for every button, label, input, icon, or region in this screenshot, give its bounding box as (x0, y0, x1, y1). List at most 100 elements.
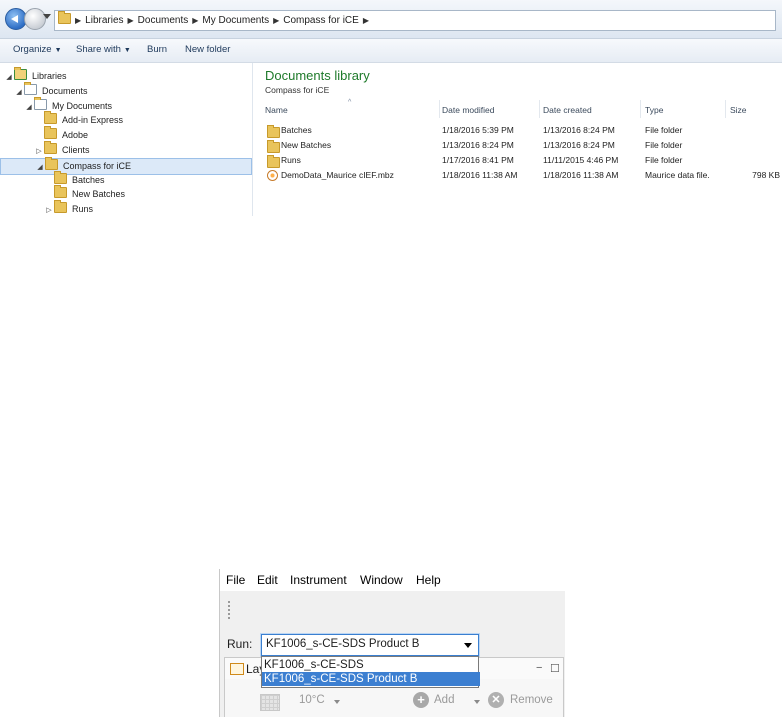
menu-item[interactable]: Instrument (290, 573, 347, 587)
chevron-down-icon: ▼ (123, 47, 131, 54)
column-header-date-created[interactable]: Date created (543, 105, 592, 115)
menu-item[interactable]: Window (360, 573, 403, 587)
explorer-window: ▶ Libraries ▶ Documents ▶ My Documents ▶ Compas… (0, 0, 782, 216)
collapsed-arrow-icon[interactable]: ▷ (44, 204, 54, 218)
file-date-modified: 1/13/2016 8:24 PM (442, 140, 514, 150)
remove-icon[interactable]: ✕ (488, 692, 504, 708)
layout-icon (230, 663, 244, 675)
file-type: File folder (645, 140, 683, 150)
nav-item-label: Batches (72, 174, 105, 185)
file-row[interactable]: New Batches 1/13/2016 8:24 PM 1/13/2016 8:… (265, 139, 780, 153)
nav-item-label: Libraries (32, 71, 67, 81)
folder-icon (54, 170, 67, 184)
menu-item[interactable]: Help (416, 573, 441, 587)
file-name: New Batches (281, 140, 332, 150)
file-date-created: 1/18/2016 11:38 AM (543, 170, 619, 180)
menu-item[interactable]: File (226, 573, 245, 587)
library-subtitle: Compass for iCE (265, 85, 330, 95)
breadcrumb-item[interactable]: Documents (138, 15, 189, 26)
column-header-size[interactable]: Size (730, 105, 747, 115)
nav-item[interactable]: ◢ Libraries (0, 67, 67, 84)
breadcrumb-separator-icon[interactable]: ▶ (128, 16, 134, 25)
breadcrumb-item[interactable]: Compass for iCE (283, 15, 359, 26)
address-box[interactable]: ▶ Libraries ▶ Documents ▶ My Documents ▶ Compas… (54, 10, 776, 31)
minimize-icon[interactable]: − (536, 662, 542, 674)
breadcrumb-separator-icon[interactable]: ▶ (363, 16, 369, 25)
breadcrumb-separator-icon[interactable]: ▶ (273, 16, 279, 25)
remove-button[interactable]: Remove (510, 694, 553, 706)
folder-icon (267, 125, 280, 138)
address-bar-area: ▶ Libraries ▶ Documents ▶ My Documents ▶ Compas… (0, 0, 782, 39)
chevron-down-icon[interactable] (474, 700, 480, 704)
organize-button[interactable]: Organize ▼ (13, 44, 62, 55)
column-header-type[interactable]: Type (645, 105, 663, 115)
recent-pages-chevron-icon[interactable] (43, 14, 51, 19)
nav-item-label: Documents (42, 85, 88, 96)
file-date-created: 11/11/2015 4:46 PM (543, 155, 619, 165)
file-row[interactable]: Runs 1/17/2016 8:41 PM 11/11/2015 4:46 PM F… (265, 154, 780, 168)
chevron-down-icon[interactable] (334, 700, 340, 704)
run-option[interactable]: KF1006_s-CE-SDS Product B (262, 672, 480, 686)
file-row[interactable]: DemoData_Maurice cIEF.mbz 1/18/2016 11:38… (265, 169, 780, 183)
breadcrumb: ▶ Libraries ▶ Documents ▶ My Documents ▶ Compas… (58, 11, 373, 28)
file-size: 798 KB (752, 170, 780, 180)
nav-item[interactable]: Batches (0, 170, 105, 188)
file-type: File folder (645, 125, 683, 135)
nav-item[interactable]: ▷ Runs (0, 200, 93, 218)
run-select[interactable]: KF1006_s-CE-SDS Product B (261, 634, 479, 656)
plate-grid-icon[interactable] (260, 694, 280, 711)
add-icon[interactable]: + (413, 692, 429, 708)
maximize-icon[interactable]: ☐ (550, 662, 560, 675)
dropdown-arrow-icon[interactable] (464, 643, 472, 648)
sort-ascending-icon: ^ (348, 99, 352, 106)
folder-icon (267, 140, 280, 153)
add-button[interactable]: Add (434, 694, 454, 706)
run-option[interactable]: KF1006_s-CE-SDS (262, 658, 480, 672)
breadcrumb-separator-icon[interactable]: ▶ (192, 16, 198, 25)
column-header-date-modified[interactable]: Date modified (442, 105, 494, 115)
nav-item-label: Adobe (62, 130, 89, 141)
chevron-down-icon: ▼ (54, 47, 62, 54)
breadcrumb-separator-icon[interactable]: ▶ (75, 16, 81, 25)
file-list-pane: Documents library Compass for iCE ^ Name… (253, 63, 782, 216)
nav-item[interactable]: ▷ Clients (0, 141, 90, 158)
navigation-pane[interactable]: ◢ Libraries ◢ Documents ◢ My Documents Add-in … (0, 63, 253, 216)
folder-icon (267, 155, 280, 168)
column-divider (725, 100, 726, 118)
run-dropdown-list[interactable]: KF1006_s-CE-SDS KF1006_s-CE-SDS Product B (261, 656, 480, 688)
column-divider (539, 100, 540, 118)
nav-item[interactable]: New Batches (0, 185, 125, 202)
folder-icon (58, 11, 71, 24)
file-date-modified: 1/18/2016 5:39 PM (442, 125, 514, 135)
breadcrumb-item[interactable]: My Documents (202, 15, 269, 26)
file-name: DemoData_Maurice cIEF.mbz (281, 170, 394, 180)
app-window: File Edit Instrument Window Help Run: KF1006… (219, 569, 565, 717)
file-type: File folder (645, 155, 683, 165)
toolbar-grip-icon[interactable] (228, 601, 230, 621)
breadcrumb-item[interactable]: Libraries (85, 15, 123, 26)
burn-button[interactable]: Burn (147, 44, 167, 55)
file-row[interactable]: Batches 1/18/2016 5:39 PM 1/13/2016 8:24 P… (265, 124, 780, 138)
folder-icon (45, 156, 58, 170)
menu-item[interactable]: Edit (257, 573, 278, 587)
share-with-button[interactable]: Share with ▼ (76, 44, 131, 55)
file-type: Maurice data file. (645, 170, 710, 180)
file-date-modified: 1/18/2016 11:38 AM (442, 170, 518, 180)
column-header-name[interactable]: Name (265, 105, 288, 115)
library-title: Documents library (265, 68, 370, 83)
column-divider (640, 100, 641, 118)
folder-icon (44, 111, 57, 125)
nav-item[interactable]: ◢ My Documents (0, 96, 113, 114)
file-date-created: 1/13/2016 8:24 PM (543, 125, 615, 135)
temperature-select[interactable]: 10°C (299, 694, 325, 706)
nav-item[interactable]: ◢ Documents (0, 81, 88, 99)
documents-icon (24, 81, 37, 95)
forward-button[interactable] (24, 8, 46, 30)
nav-item-label: Clients (62, 145, 90, 155)
share-with-label: Share with (76, 44, 121, 55)
new-folder-button[interactable]: New folder (185, 44, 230, 55)
libraries-icon (14, 67, 27, 80)
nav-item-label: My Documents (52, 100, 113, 111)
file-name: Batches (281, 125, 312, 135)
nav-item[interactable]: Add-in Express (0, 111, 123, 128)
